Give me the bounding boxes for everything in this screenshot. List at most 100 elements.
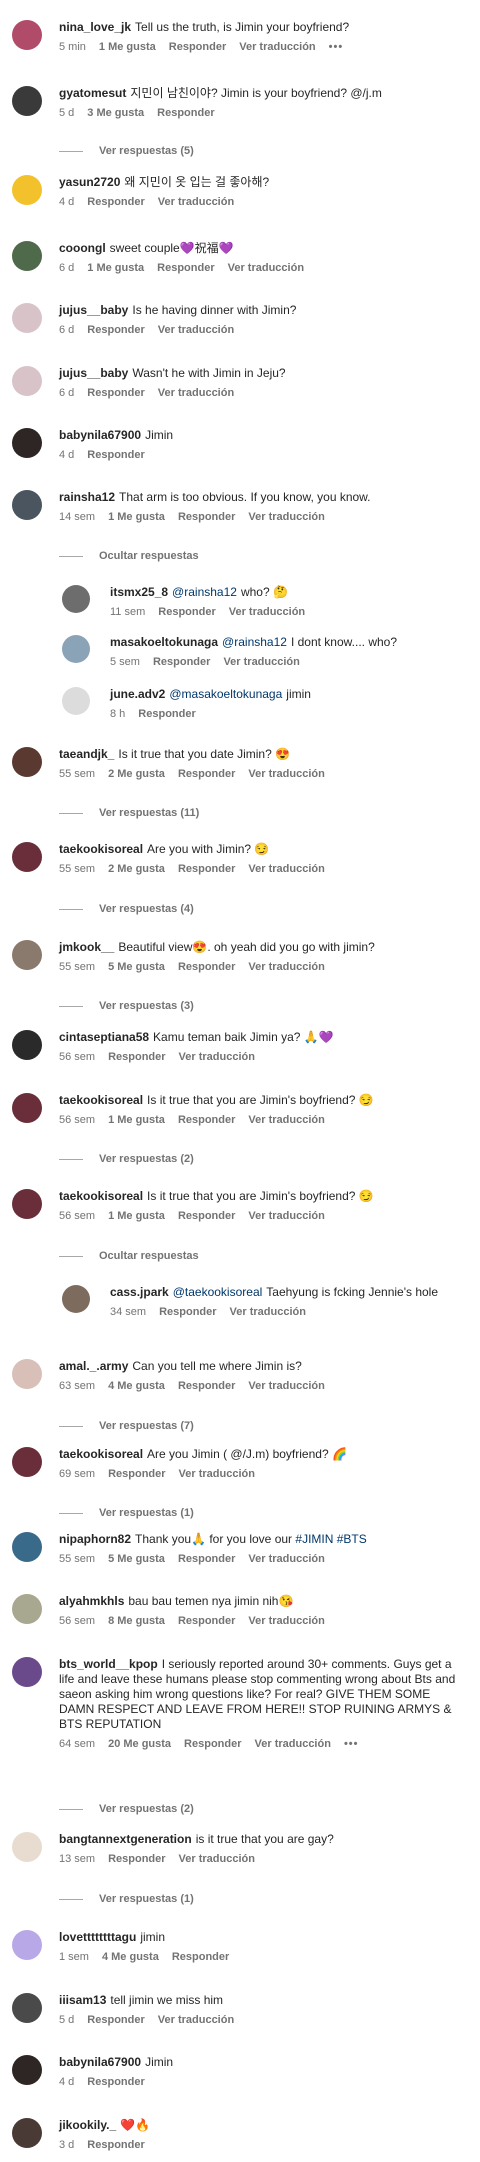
avatar[interactable] [12, 1189, 42, 1219]
avatar[interactable] [12, 1930, 42, 1960]
comment-username[interactable]: bts_world__kpop [59, 1657, 158, 1671]
reply-button[interactable]: Responder [87, 196, 144, 208]
reply-button[interactable]: Responder [87, 324, 144, 336]
comment-username[interactable]: babynila67900 [59, 2055, 141, 2069]
reply-button[interactable]: Responder [87, 449, 144, 461]
avatar[interactable] [62, 687, 90, 715]
translate-button[interactable]: Ver traducción [158, 387, 234, 399]
avatar[interactable] [12, 303, 42, 333]
avatar[interactable] [12, 1447, 42, 1477]
comment-username[interactable]: jujus__baby [59, 366, 128, 380]
comment-username[interactable]: masakoeltokunaga [110, 635, 218, 649]
translate-button[interactable]: Ver traducción [179, 1051, 255, 1063]
reply-button[interactable]: Responder [157, 107, 214, 119]
comment-likes[interactable]: 1 Me gusta [108, 1114, 165, 1126]
reply-button[interactable]: Responder [87, 2139, 144, 2151]
comment-likes[interactable]: 2 Me gusta [108, 863, 165, 875]
reply-button[interactable]: Responder [178, 511, 235, 523]
comment-username[interactable]: amal._.army [59, 1359, 128, 1373]
view-replies-button[interactable]: Ver respuestas (11) [59, 807, 199, 819]
comment-username[interactable]: itsmx25_8 [110, 585, 168, 599]
translate-button[interactable]: Ver traducción [158, 196, 234, 208]
comment-likes[interactable]: 3 Me gusta [87, 107, 144, 119]
reply-button[interactable]: Responder [184, 1738, 241, 1750]
translate-button[interactable]: Ver traducción [239, 41, 315, 53]
comment-mention[interactable]: @masakoeltokunaga [169, 687, 282, 701]
comment-mention[interactable]: @rainsha12 [222, 635, 287, 649]
avatar[interactable] [12, 747, 42, 777]
reply-button[interactable]: Responder [178, 768, 235, 780]
avatar[interactable] [12, 366, 42, 396]
avatar[interactable] [12, 490, 42, 520]
reply-button[interactable]: Responder [108, 1468, 165, 1480]
comment-likes[interactable]: 20 Me gusta [108, 1738, 171, 1750]
view-replies-button[interactable]: Ocultar respuestas [59, 1250, 199, 1262]
comment-username[interactable]: taekookisoreal [59, 1093, 143, 1107]
reply-button[interactable]: Responder [153, 656, 210, 668]
comment-likes[interactable]: 1 Me gusta [108, 511, 165, 523]
comment-username[interactable]: gyatomesut [59, 86, 126, 100]
translate-button[interactable]: Ver traducción [248, 1210, 324, 1222]
avatar[interactable] [12, 842, 42, 872]
translate-button[interactable]: Ver traducción [248, 511, 324, 523]
translate-button[interactable]: Ver traducción [229, 606, 305, 618]
reply-button[interactable]: Responder [178, 1553, 235, 1565]
comment-username[interactable]: jikookily._ [59, 2118, 116, 2132]
avatar[interactable] [12, 1657, 42, 1687]
comment-username[interactable]: cintaseptiana58 [59, 1030, 149, 1044]
comment-username[interactable]: iiisam13 [59, 1993, 106, 2007]
avatar[interactable] [62, 585, 90, 613]
avatar[interactable] [12, 241, 42, 271]
translate-button[interactable]: Ver traducción [248, 961, 324, 973]
translate-button[interactable]: Ver traducción [255, 1738, 331, 1750]
comment-username[interactable]: cooongl [59, 241, 106, 255]
reply-button[interactable]: Responder [138, 708, 195, 720]
comment-username[interactable]: june.adv2 [110, 687, 165, 701]
reply-button[interactable]: Responder [108, 1853, 165, 1865]
comment-username[interactable]: jmkook__ [59, 940, 114, 954]
avatar[interactable] [12, 1359, 42, 1389]
reply-button[interactable]: Responder [178, 1210, 235, 1222]
avatar[interactable] [12, 1993, 42, 2023]
avatar[interactable] [62, 635, 90, 663]
comment-username[interactable]: taekookisoreal [59, 842, 143, 856]
avatar[interactable] [12, 20, 42, 50]
translate-button[interactable]: Ver traducción [158, 2014, 234, 2026]
avatar[interactable] [12, 1030, 42, 1060]
reply-button[interactable]: Responder [178, 961, 235, 973]
view-replies-button[interactable]: Ver respuestas (3) [59, 1000, 194, 1012]
translate-button[interactable]: Ver traducción [179, 1468, 255, 1480]
comment-mention[interactable]: @taekookisoreal [173, 1285, 263, 1299]
comment-likes[interactable]: 1 Me gusta [108, 1210, 165, 1222]
translate-button[interactable]: Ver traducción [248, 863, 324, 875]
reply-button[interactable]: Responder [108, 1051, 165, 1063]
reply-button[interactable]: Responder [178, 863, 235, 875]
avatar[interactable] [12, 2055, 42, 2085]
translate-button[interactable]: Ver traducción [248, 1553, 324, 1565]
more-options-icon[interactable]: ••• [344, 1738, 359, 1750]
comment-likes[interactable]: 4 Me gusta [108, 1380, 165, 1392]
comment-username[interactable]: bangtannextgeneration [59, 1832, 192, 1846]
translate-button[interactable]: Ver traducción [228, 262, 304, 274]
comment-username[interactable]: yasun2720 [59, 175, 120, 189]
comment-likes[interactable]: 1 Me gusta [99, 41, 156, 53]
translate-button[interactable]: Ver traducción [158, 324, 234, 336]
view-replies-button[interactable]: Ver respuestas (4) [59, 903, 194, 915]
avatar[interactable] [62, 1285, 90, 1313]
translate-button[interactable]: Ver traducción [179, 1853, 255, 1865]
translate-button[interactable]: Ver traducción [248, 1615, 324, 1627]
reply-button[interactable]: Responder [172, 1951, 229, 1963]
avatar[interactable] [12, 86, 42, 116]
comment-likes[interactable]: 5 Me gusta [108, 1553, 165, 1565]
reply-button[interactable]: Responder [178, 1615, 235, 1627]
comment-likes[interactable]: 1 Me gusta [87, 262, 144, 274]
avatar[interactable] [12, 940, 42, 970]
comment-username[interactable]: nipaphorn82 [59, 1532, 131, 1546]
avatar[interactable] [12, 428, 42, 458]
comment-username[interactable]: taeandjk_ [59, 747, 114, 761]
view-replies-button[interactable]: Ver respuestas (5) [59, 145, 194, 157]
avatar[interactable] [12, 1532, 42, 1562]
comment-username[interactable]: alyahmkhls [59, 1594, 124, 1608]
comment-username[interactable]: taekookisoreal [59, 1447, 143, 1461]
comment-username[interactable]: jujus__baby [59, 303, 128, 317]
